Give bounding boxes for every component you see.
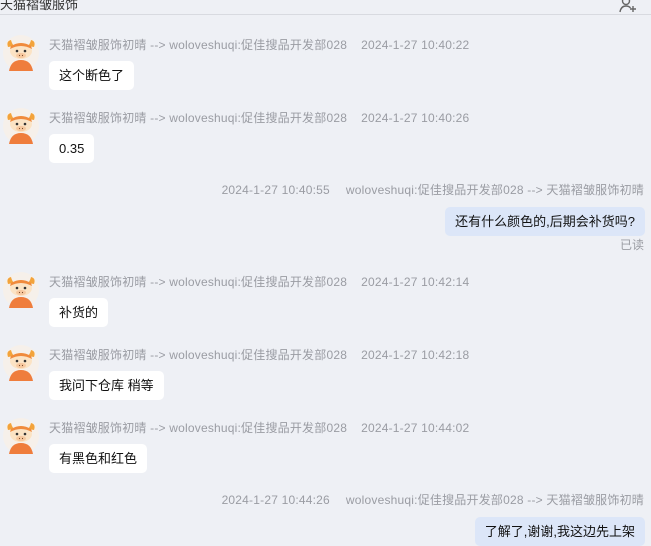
message-time: 2024-1-27 10:42:18 (361, 348, 470, 362)
chat-title: 天猫褶皱服饰 (0, 0, 79, 12)
message-time: 2024-1-27 10:44:02 (361, 421, 470, 435)
message-meta: 天猫褶皱服饰初晴 --> woloveshuqi:促佳搜品开发部028 2024-… (49, 109, 469, 126)
message-sender: 天猫褶皱服饰初晴 --> woloveshuqi:促佳搜品开发部028 (49, 348, 348, 362)
message-time: 2024-1-27 10:40:26 (361, 111, 470, 125)
avatar[interactable] (3, 35, 39, 71)
read-status: 已读 (619, 238, 644, 252)
message-bubble[interactable]: 补货的 (49, 298, 109, 327)
avatar[interactable] (3, 272, 39, 308)
message-bubble[interactable]: 0.35 (49, 134, 95, 163)
message-sender: woloveshuqi:促佳搜品开发部028 --> 天猫褶皱服饰初晴 (345, 183, 644, 197)
avatar[interactable] (3, 418, 39, 454)
chat-header: 天猫褶皱服饰 (0, 0, 651, 15)
message-sender: 天猫褶皱服饰初晴 --> woloveshuqi:促佳搜品开发部028 (49, 38, 348, 52)
message-meta: 天猫褶皱服饰初晴 --> woloveshuqi:促佳搜品开发部028 2024-… (49, 273, 469, 290)
message-bubble[interactable]: 了解了,谢谢,我这边先上架 (474, 517, 645, 546)
message-time: 2024-1-27 10:44:26 (221, 493, 330, 507)
message-sender: woloveshuqi:促佳搜品开发部028 --> 天猫褶皱服饰初晴 (345, 493, 644, 507)
message-meta: 2024-1-27 10:40:55 woloveshuqi:促佳搜品开发部028… (222, 181, 644, 198)
message-time: 2024-1-27 10:42:14 (361, 275, 470, 289)
message-sender: 天猫褶皱服饰初晴 --> woloveshuqi:促佳搜品开发部028 (49, 275, 348, 289)
message-sender: 天猫褶皱服饰初晴 --> woloveshuqi:促佳搜品开发部028 (49, 421, 348, 435)
message-bubble[interactable]: 我问下仓库 稍等 (49, 371, 164, 400)
message-meta: 天猫褶皱服饰初晴 --> woloveshuqi:促佳搜品开发部028 2024-… (49, 346, 469, 363)
message-meta: 天猫褶皱服饰初晴 --> woloveshuqi:促佳搜品开发部028 2024-… (49, 419, 469, 436)
message-time: 2024-1-27 10:40:55 (221, 183, 330, 197)
message-bubble[interactable]: 还有什么颜色的,后期会补货吗? (445, 207, 645, 236)
add-contact-icon[interactable] (619, 0, 637, 13)
message-meta: 天猫褶皱服饰初晴 --> woloveshuqi:促佳搜品开发部028 2024-… (49, 36, 469, 53)
message-bubble[interactable]: 这个断色了 (49, 61, 135, 90)
message-meta: 2024-1-27 10:44:26 woloveshuqi:促佳搜品开发部028… (222, 491, 644, 508)
message-time: 2024-1-27 10:40:22 (361, 38, 470, 52)
message-bubble[interactable]: 有黑色和红色 (49, 444, 148, 473)
avatar[interactable] (3, 345, 39, 381)
message-sender: 天猫褶皱服饰初晴 --> woloveshuqi:促佳搜品开发部028 (49, 111, 348, 125)
avatar[interactable] (3, 108, 39, 144)
